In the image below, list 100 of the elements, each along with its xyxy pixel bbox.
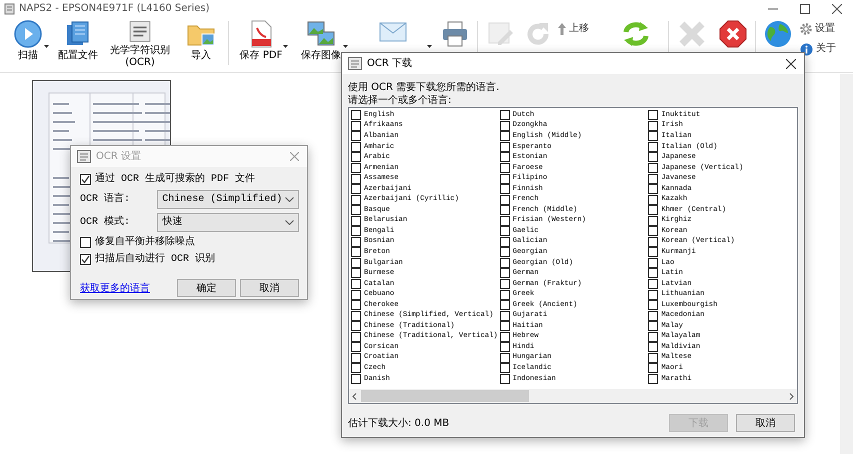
checkbox[interactable] (351, 290, 361, 300)
checkbox[interactable] (500, 268, 510, 278)
scrollbar[interactable] (840, 74, 853, 454)
checkbox[interactable] (351, 321, 361, 332)
checkbox[interactable] (351, 258, 361, 268)
checkbox[interactable] (500, 174, 510, 184)
checkbox[interactable] (351, 363, 361, 374)
checkbox[interactable] (351, 205, 361, 216)
checkbox[interactable] (648, 321, 658, 332)
checkbox[interactable] (351, 131, 361, 142)
checkbox[interactable] (648, 120, 658, 131)
checkbox[interactable] (80, 174, 91, 184)
checkbox[interactable] (500, 352, 510, 363)
checkbox[interactable] (351, 226, 361, 236)
checkbox[interactable] (500, 226, 510, 236)
checkbox[interactable] (351, 268, 361, 278)
checkbox[interactable] (500, 110, 510, 120)
checkbox[interactable] (500, 216, 510, 226)
checkbox[interactable] (648, 310, 658, 321)
checkbox[interactable] (648, 247, 658, 258)
checkbox[interactable] (500, 142, 510, 152)
checkbox[interactable] (648, 174, 658, 184)
checkbox[interactable] (648, 290, 658, 300)
dropdown-field[interactable]: 快速 (157, 212, 299, 232)
checkbox[interactable] (351, 279, 361, 290)
checkbox[interactable] (648, 352, 658, 363)
checkbox[interactable] (648, 110, 658, 120)
dialog-button[interactable]: 取消 (240, 279, 299, 297)
edit-picture-icon (486, 20, 514, 48)
dialog-button[interactable]: 取消 (736, 414, 795, 432)
checkbox[interactable] (500, 374, 510, 384)
checkbox[interactable] (648, 142, 658, 152)
checkbox[interactable] (648, 279, 658, 290)
dialog-button[interactable]: 确定 (177, 279, 236, 297)
checkbox[interactable] (500, 258, 510, 268)
ocr-button[interactable]: 光学字符识别 (OCR) (104, 17, 176, 69)
settings-button[interactable]: 设置 (798, 21, 838, 37)
checkbox[interactable] (648, 152, 658, 162)
checkbox[interactable] (648, 226, 658, 236)
checkbox[interactable] (648, 205, 658, 216)
checkbox[interactable] (351, 174, 361, 184)
checkbox[interactable] (351, 374, 361, 384)
checkbox[interactable] (500, 332, 510, 342)
checkbox[interactable] (351, 300, 361, 310)
checkbox[interactable] (500, 247, 510, 258)
more-languages-link[interactable]: 获取更多的语言 (80, 280, 150, 296)
checkbox[interactable] (500, 120, 510, 131)
move-up-button[interactable]: 上移 (556, 21, 591, 37)
checkbox[interactable] (351, 120, 361, 131)
checkbox[interactable] (648, 342, 658, 352)
checkbox[interactable] (351, 332, 361, 342)
checkbox[interactable] (500, 321, 510, 332)
checkbox[interactable] (351, 352, 361, 363)
pdf-button[interactable]: 保存 PDF (231, 17, 291, 69)
checkbox[interactable] (500, 152, 510, 162)
checkbox[interactable] (351, 110, 361, 120)
caret-icon (343, 45, 348, 48)
checkbox[interactable] (648, 194, 658, 205)
checkbox[interactable] (500, 194, 510, 205)
checkbox[interactable] (648, 374, 658, 384)
checkbox[interactable] (351, 184, 361, 194)
checkbox[interactable] (500, 363, 510, 374)
checkbox[interactable] (648, 184, 658, 194)
checkbox[interactable] (351, 216, 361, 226)
horizontal-scrollbar[interactable] (349, 389, 797, 403)
checkbox[interactable] (500, 342, 510, 352)
checkbox[interactable] (648, 258, 658, 268)
checkbox[interactable] (351, 236, 361, 247)
checkbox[interactable] (648, 363, 658, 374)
checkbox[interactable] (351, 152, 361, 162)
checkbox[interactable] (500, 163, 510, 173)
checkbox[interactable] (500, 236, 510, 247)
checkbox[interactable] (351, 310, 361, 321)
checkbox[interactable] (500, 131, 510, 142)
checkbox[interactable] (351, 163, 361, 173)
checkbox[interactable] (500, 300, 510, 310)
checkbox[interactable] (351, 342, 361, 352)
import-button[interactable]: 导入 (176, 17, 226, 69)
scroll-left-icon[interactable] (352, 392, 357, 400)
checkbox[interactable] (648, 131, 658, 142)
checkbox[interactable] (648, 216, 658, 226)
checkbox[interactable] (351, 142, 361, 152)
checkbox[interactable] (648, 236, 658, 247)
checkbox[interactable] (648, 163, 658, 173)
checkbox[interactable] (648, 332, 658, 342)
checkbox[interactable] (500, 205, 510, 216)
scan-button[interactable]: 扫描 (4, 17, 52, 69)
checkbox[interactable] (80, 254, 91, 264)
checkbox[interactable] (500, 310, 510, 321)
checkbox[interactable] (648, 300, 658, 310)
dropdown-field[interactable]: Chinese (Simplified) (157, 190, 299, 208)
checkbox[interactable] (648, 268, 658, 278)
profiles-button[interactable]: 配置文件 (52, 17, 104, 69)
checkbox[interactable] (500, 290, 510, 300)
checkbox[interactable] (500, 184, 510, 194)
scroll-right-icon[interactable] (789, 392, 794, 400)
checkbox[interactable] (500, 279, 510, 290)
checkbox[interactable] (351, 247, 361, 258)
checkbox[interactable] (351, 194, 361, 205)
checkbox[interactable] (80, 236, 91, 248)
